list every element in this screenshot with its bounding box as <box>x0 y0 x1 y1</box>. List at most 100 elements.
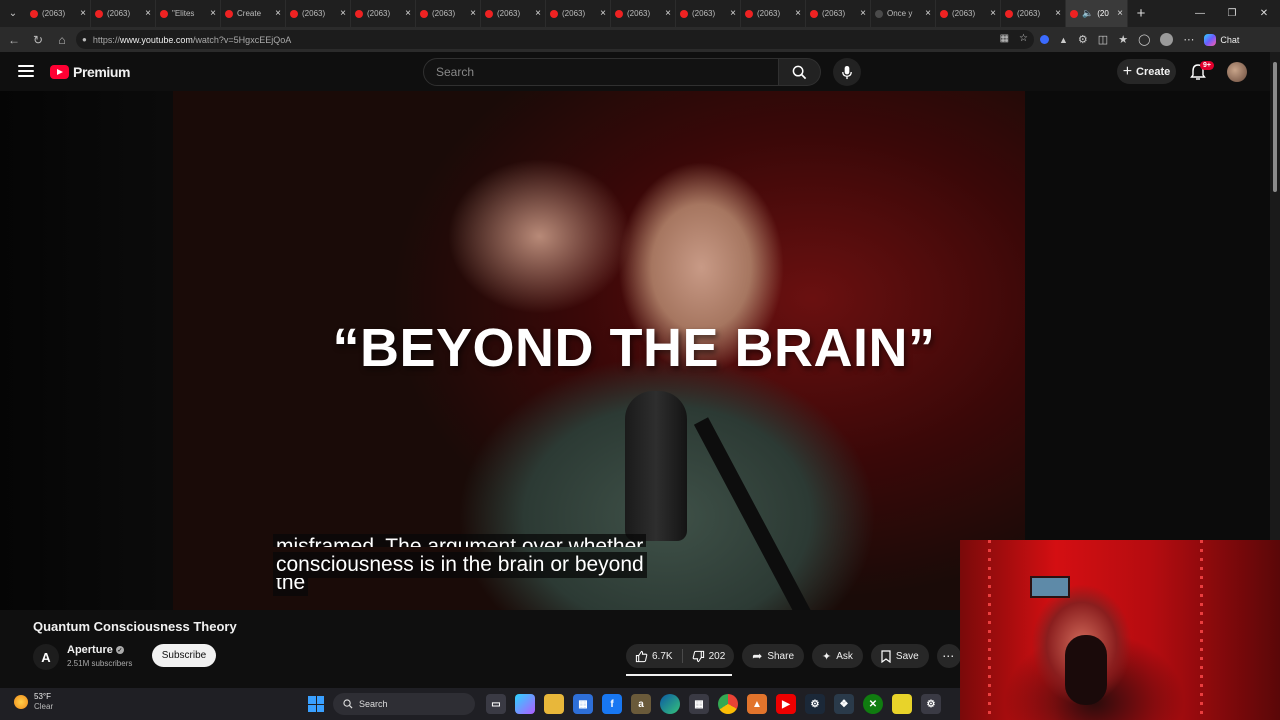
browser-tab[interactable]: (2063) × <box>1001 0 1066 27</box>
close-icon[interactable]: × <box>1055 8 1061 19</box>
close-icon[interactable]: × <box>990 8 996 19</box>
youtube-app-icon[interactable]: ▶ <box>776 694 796 714</box>
close-icon[interactable]: × <box>730 8 736 19</box>
refresh-icon[interactable]: ↻ <box>26 33 50 47</box>
start-windows-icon[interactable] <box>308 696 324 712</box>
voice-search-button[interactable] <box>833 58 861 86</box>
search-button[interactable] <box>779 58 821 86</box>
browser-tab[interactable]: (2063) × <box>806 0 871 27</box>
close-window-icon[interactable]: ✕ <box>1248 0 1280 27</box>
copilot-app-icon[interactable] <box>515 694 535 714</box>
copilot-chat-button[interactable]: Chat <box>1204 33 1239 46</box>
app-available-icon[interactable]: ▦ <box>1000 33 1009 44</box>
settings-more-icon[interactable]: ⋯ <box>1183 33 1194 46</box>
steam-icon[interactable]: ⚙ <box>805 694 825 714</box>
favorite-star-icon[interactable]: ☆ <box>1019 33 1028 44</box>
browser-tab[interactable]: Create × <box>221 0 286 27</box>
close-icon[interactable]: × <box>470 8 476 19</box>
like-button[interactable]: 6.7K <box>626 644 682 668</box>
close-icon[interactable]: × <box>80 8 86 19</box>
browser-tab[interactable]: (2063) × <box>741 0 806 27</box>
close-icon[interactable]: × <box>795 8 801 19</box>
extension-icon[interactable] <box>1040 35 1049 44</box>
tab-actions-chevron-icon[interactable]: ⌄ <box>0 0 26 27</box>
channel-name-row[interactable]: Aperture ✓ <box>67 644 124 656</box>
split-screen-icon[interactable]: ◫ <box>1098 33 1108 46</box>
close-icon[interactable]: × <box>210 8 216 19</box>
weather-widget[interactable]: 53°F Clear <box>14 692 53 712</box>
share-label: Share <box>767 650 795 662</box>
speaker-icon[interactable]: 🔈 <box>1082 8 1093 19</box>
browser-tab[interactable]: (2063) × <box>676 0 741 27</box>
browser-tab[interactable]: (2063) × <box>611 0 676 27</box>
share-button[interactable]: ➦ Share <box>742 644 805 668</box>
youtube-favicon-icon <box>225 9 233 18</box>
tab-active[interactable]: 🔈 (20 × <box>1066 0 1128 27</box>
dislike-button[interactable]: 202 <box>683 644 735 668</box>
youtube-logo[interactable]: Premium <box>50 64 131 80</box>
minimize-icon[interactable]: — <box>1184 0 1216 27</box>
close-icon[interactable]: × <box>340 8 346 19</box>
url-field[interactable]: ● https://www.youtube.com/watch?v=5HgxcE… <box>76 30 1034 49</box>
facebook-icon[interactable]: f <box>602 694 622 714</box>
task-view-icon[interactable]: ▭ <box>486 694 506 714</box>
chrome-icon[interactable] <box>718 694 738 714</box>
amazon-icon[interactable]: a <box>631 694 651 714</box>
close-icon[interactable]: × <box>925 8 931 19</box>
browser-tab[interactable]: (2063) × <box>26 0 91 27</box>
microsoft-store-icon[interactable]: ▦ <box>573 694 593 714</box>
search-input[interactable] <box>423 58 780 86</box>
search-icon <box>343 699 353 709</box>
settings-gear-icon[interactable]: ⚙ <box>921 694 941 714</box>
subscribe-button[interactable]: Subscribe <box>152 644 216 667</box>
browser-tab[interactable]: (2063) × <box>286 0 351 27</box>
profile-avatar[interactable] <box>1160 33 1174 46</box>
xbox-icon[interactable]: ✕ <box>863 694 883 714</box>
browser-tab[interactable]: Once y × <box>871 0 936 27</box>
save-button[interactable]: Save <box>870 644 929 668</box>
close-icon[interactable]: × <box>145 8 151 19</box>
channel-avatar[interactable]: A <box>33 644 59 670</box>
scrollbar-thumb[interactable] <box>1273 62 1277 192</box>
close-icon[interactable]: × <box>600 8 606 19</box>
close-icon[interactable]: × <box>275 8 281 19</box>
app-icon[interactable]: ❖ <box>834 694 854 714</box>
tab-label: (2063) <box>42 9 66 18</box>
dislike-count: 202 <box>708 650 726 662</box>
create-button[interactable]: + Create <box>1117 59 1176 84</box>
restore-icon[interactable]: ❐ <box>1216 0 1248 27</box>
close-icon[interactable]: × <box>535 8 541 19</box>
calculator-icon[interactable]: ▦ <box>689 694 709 714</box>
favorites-icon[interactable]: ★ <box>1118 33 1128 46</box>
browser-tab[interactable]: (2063) × <box>416 0 481 27</box>
edge-browser-icon[interactable] <box>660 694 680 714</box>
home-icon[interactable]: ⌂ <box>50 33 74 47</box>
new-tab-button[interactable]: + <box>1128 5 1154 22</box>
browser-tab[interactable]: (2063) × <box>91 0 156 27</box>
browser-essentials-icon[interactable]: ◯ <box>1138 33 1150 46</box>
video-player[interactable]: “BEYOND THE BRAIN” misframed. The argume… <box>173 91 1025 610</box>
vlc-icon[interactable]: ▲ <box>747 694 767 714</box>
ask-button[interactable]: ✦ Ask <box>812 644 863 668</box>
tab-label: (2063) <box>1017 9 1041 18</box>
browser-tab[interactable]: (2063) × <box>936 0 1001 27</box>
more-actions-icon[interactable]: ⋯ <box>936 644 961 668</box>
browser-tab[interactable]: (2063) × <box>351 0 416 27</box>
browser-tab[interactable]: (2063) × <box>546 0 611 27</box>
browser-tab[interactable]: (2063) × <box>481 0 546 27</box>
pin-extension-icon[interactable]: ▲ <box>1059 35 1068 45</box>
browser-tab[interactable]: "Elites × <box>156 0 221 27</box>
notes-icon[interactable] <box>892 694 912 714</box>
caption-line-1: misframed. The argument over whether <box>273 534 647 547</box>
close-icon[interactable]: × <box>860 8 866 19</box>
close-icon[interactable]: × <box>1117 8 1123 19</box>
close-icon[interactable]: × <box>665 8 671 19</box>
extensions-icon[interactable]: ⚙ <box>1078 33 1088 46</box>
close-icon[interactable]: × <box>405 8 411 19</box>
account-avatar[interactable] <box>1227 62 1247 82</box>
file-explorer-icon[interactable] <box>544 694 564 714</box>
taskbar-search[interactable]: Search <box>333 693 475 715</box>
site-info-icon[interactable]: ● <box>82 35 87 44</box>
back-icon[interactable]: ← <box>2 33 26 47</box>
hamburger-menu-icon[interactable] <box>18 65 34 77</box>
